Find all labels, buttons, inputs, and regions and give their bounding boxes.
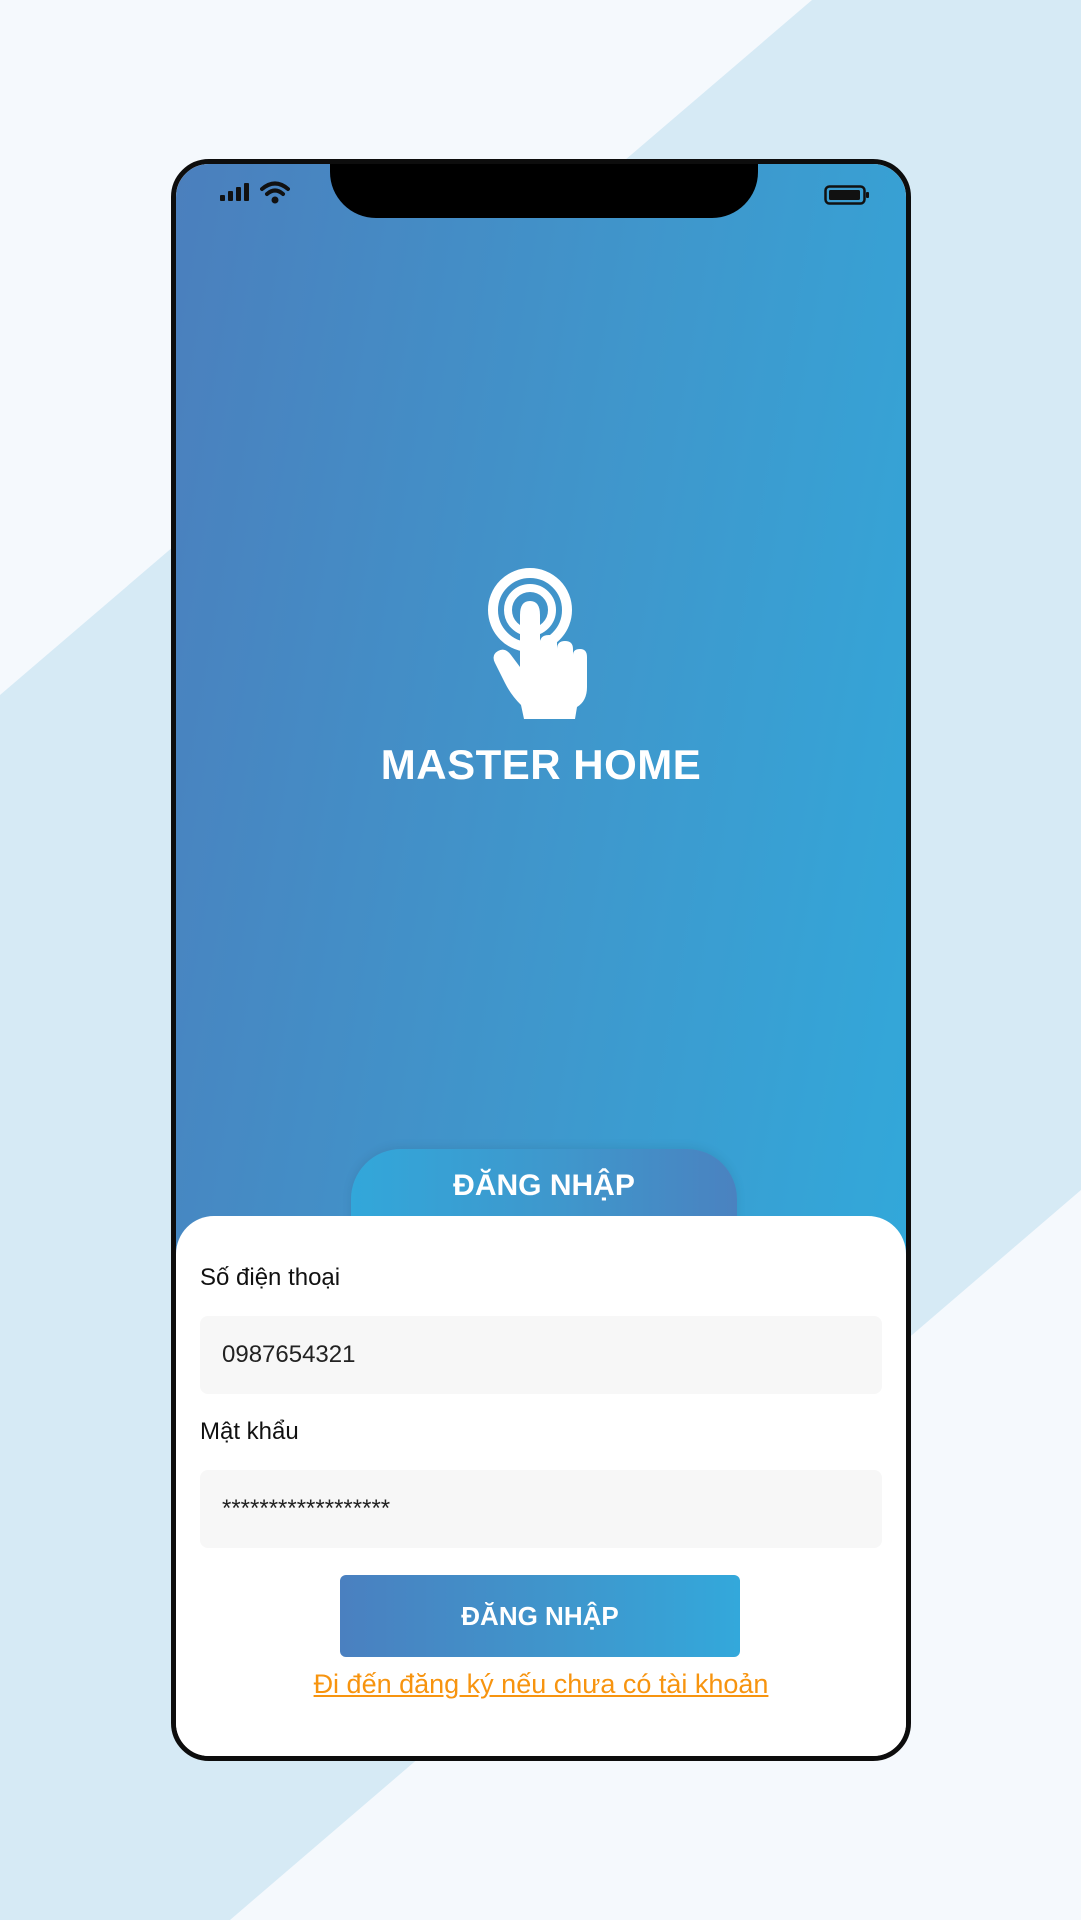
phone-label: Số điện thoại xyxy=(200,1264,341,1291)
login-button[interactable]: ĐĂNG NHẬP xyxy=(340,1575,740,1657)
phone-notch xyxy=(330,164,758,218)
password-label: Mật khẩu xyxy=(200,1418,299,1445)
tab-login-label: ĐĂNG NHẬP xyxy=(453,1169,635,1202)
register-link[interactable]: Đi đến đăng ký nếu chưa có tài khoản xyxy=(176,1669,906,1700)
battery-icon xyxy=(824,185,869,205)
app-title: MASTER HOME xyxy=(380,741,702,788)
password-input[interactable] xyxy=(200,1470,882,1548)
wifi-icon xyxy=(260,181,290,204)
phone-input[interactable] xyxy=(200,1316,882,1394)
tap-hand-icon xyxy=(488,568,587,719)
phone-frame: MASTER HOME ĐĂNG NHẬP Số điện thoại Mật … xyxy=(171,159,911,1761)
hero-header: MASTER HOME xyxy=(176,164,906,1264)
signal-bars-icon xyxy=(220,183,249,201)
